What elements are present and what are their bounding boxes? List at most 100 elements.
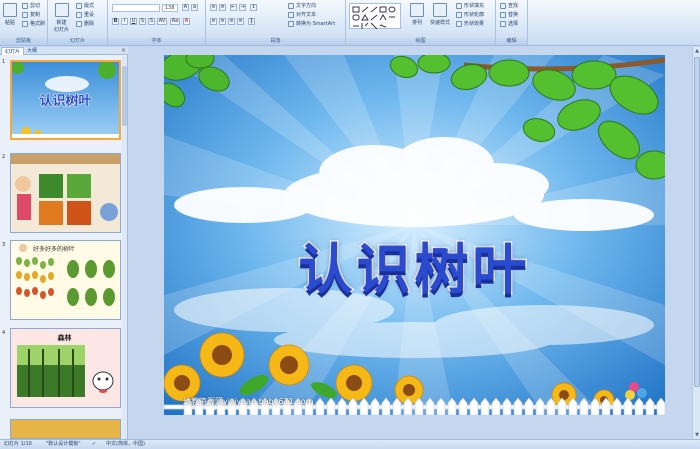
shapes-gallery-icons <box>352 6 396 30</box>
tab-slides[interactable]: 幻灯片 <box>1 47 25 55</box>
close-pane-icon[interactable]: × <box>121 47 126 55</box>
slide-thumbnail-3[interactable]: 好多好多的树叶 <box>10 240 121 320</box>
paste-button[interactable]: 粘贴 <box>3 3 17 26</box>
smartart-button[interactable]: 转换为 SmartArt <box>288 20 335 27</box>
slides-group: 新建 幻灯片 版式 重设 删除 幻灯片 <box>48 0 108 46</box>
paragraph-label: 段落 <box>206 38 345 45</box>
slide-scrollbar[interactable]: ▲ ▼ <box>692 47 700 439</box>
pane-scroll-thumb[interactable] <box>122 66 127 126</box>
binoculars-icon <box>500 2 506 9</box>
font-label: 字体 <box>108 38 205 45</box>
thumb4-title: 森林 <box>57 334 72 342</box>
text-direction-icon <box>288 2 294 9</box>
align-left-button[interactable]: ≡ <box>210 18 217 25</box>
bullets-button[interactable]: ≡ <box>210 4 217 11</box>
spellcheck-icon[interactable]: ✓ <box>92 440 96 449</box>
font-color-button[interactable]: A <box>183 18 190 25</box>
tab-outline[interactable]: 大纲 <box>24 47 40 55</box>
reset-button[interactable]: 重设 <box>76 11 94 18</box>
fill-bucket-icon <box>456 2 462 9</box>
increase-indent-button[interactable]: ⇥ <box>239 4 246 11</box>
find-button[interactable]: 查找 <box>500 2 518 9</box>
shape-outline-button[interactable]: 形状轮廓 <box>456 11 484 18</box>
pane-scrollbar[interactable] <box>122 56 127 439</box>
align-text-icon <box>288 11 294 18</box>
slide-thumbnail-2[interactable] <box>10 153 121 233</box>
paragraph-group: ≡ ≡ ⇤ ⇥ ↕ ≡ ≡ ≡ ≡ ‖ 文字方向 对齐文本 转换为 SmartA… <box>206 0 346 46</box>
text-direction-button[interactable]: 文字方向 <box>288 2 316 9</box>
clipboard-label: 剪贴板 <box>0 38 47 45</box>
delete-button[interactable]: 删除 <box>76 20 94 27</box>
editing-group: 查找 替换 选择 编辑 <box>496 0 528 46</box>
slides-label: 幻灯片 <box>48 38 107 45</box>
thumb3-title: 好多好多的树叶 <box>33 246 76 253</box>
layout-button[interactable]: 版式 <box>76 2 94 9</box>
shadow-button[interactable]: S <box>148 18 155 25</box>
spacing-button[interactable]: AV <box>157 18 167 25</box>
strike-button[interactable]: S <box>139 18 146 25</box>
line-spacing-button[interactable]: ↕ <box>250 4 257 11</box>
drawing-label: 绘图 <box>346 38 495 45</box>
thumb-number: 1 <box>2 59 6 65</box>
pen-icon <box>456 11 462 18</box>
scroll-down-icon[interactable]: ▼ <box>694 432 700 438</box>
arrange-button[interactable]: 排列 <box>410 3 424 26</box>
font-name-box[interactable] <box>112 4 160 12</box>
drawing-group: 排列 快速样式 形状填充 形状轮廓 形状效果 绘图 <box>346 0 496 46</box>
shrink-font-button[interactable]: a <box>191 4 198 11</box>
thumb-number: 2 <box>2 154 6 160</box>
align-right-button[interactable]: ≡ <box>228 18 235 25</box>
new-slide-button[interactable]: 新建 幻灯片 <box>54 3 69 33</box>
shape-effects-button[interactable]: 形状效果 <box>456 20 484 27</box>
slide-scroll-thumb[interactable] <box>694 57 700 387</box>
scissors-icon <box>22 2 28 9</box>
cursor-icon <box>500 20 506 27</box>
grow-font-button[interactable]: A <box>182 4 189 11</box>
font-size-box[interactable]: 138 <box>162 4 178 12</box>
thumb1-title: 认识树叶 <box>39 94 92 110</box>
thumb-number: 4 <box>2 330 6 336</box>
status-bar: 幻灯片 1/10 "默认设计模板" ✓ 中文(简体，中国) <box>0 439 700 449</box>
shapes-gallery[interactable] <box>349 3 401 30</box>
replace-button[interactable]: 替换 <box>500 11 518 18</box>
watermark-sub: PPT课件 · FLASH课件 · 教案 · 说课 · 试卷 <box>205 406 281 411</box>
select-button[interactable]: 选择 <box>500 20 518 27</box>
scroll-up-icon[interactable]: ▲ <box>694 48 700 54</box>
copy-button[interactable]: 复制 <box>22 11 40 18</box>
justify-button[interactable]: ≡ <box>237 18 244 25</box>
slide-thumbnail-4[interactable]: 森林 <box>10 328 121 408</box>
replace-icon <box>500 11 506 18</box>
thumb-number: 3 <box>2 242 6 248</box>
cut-button[interactable]: 剪切 <box>22 2 40 9</box>
font-group: 138 A a B I U S S AV Aa A 字体 <box>108 0 206 46</box>
slide-thumbnail-5[interactable] <box>10 419 121 439</box>
format-painter-button[interactable]: 格式刷 <box>22 20 45 27</box>
decrease-indent-button[interactable]: ⇤ <box>230 4 237 11</box>
new-slide-icon <box>54 3 69 17</box>
quick-styles-icon <box>433 3 447 17</box>
align-center-button[interactable]: ≡ <box>219 18 226 25</box>
align-text-button[interactable]: 对齐文本 <box>288 11 316 18</box>
case-button[interactable]: Aa <box>170 18 180 25</box>
layout-icon <box>76 2 82 9</box>
shape-fill-button[interactable]: 形状填充 <box>456 2 484 9</box>
pane-tabs: 幻灯片 大纲 × <box>0 47 128 55</box>
slide-canvas[interactable]: 认识树叶 <box>164 55 665 415</box>
copy-icon <box>22 11 28 18</box>
ribbon: 粘贴 剪切 复制 格式刷 剪贴板 新建 幻灯片 版式 重设 删除 幻灯片 138… <box>0 0 700 46</box>
effects-icon <box>456 20 462 27</box>
slide-title[interactable]: 认识树叶 <box>164 225 665 304</box>
brush-icon <box>22 20 28 27</box>
thumb2-art <box>11 154 120 225</box>
slide-count: 幻灯片 1/10 <box>4 441 32 447</box>
bold-button[interactable]: B <box>112 18 119 25</box>
slide-thumbnail-1[interactable]: 认识树叶 <box>10 60 121 140</box>
smartart-icon <box>288 20 294 27</box>
underline-button[interactable]: U <box>130 18 137 25</box>
columns-button[interactable]: ‖ <box>248 18 255 25</box>
clipboard-group: 粘贴 剪切 复制 格式刷 剪贴板 <box>0 0 48 46</box>
quick-styles-button[interactable]: 快速样式 <box>430 3 450 26</box>
italic-button[interactable]: I <box>121 18 128 25</box>
reset-icon <box>76 11 82 18</box>
numbering-button[interactable]: ≡ <box>219 4 226 11</box>
